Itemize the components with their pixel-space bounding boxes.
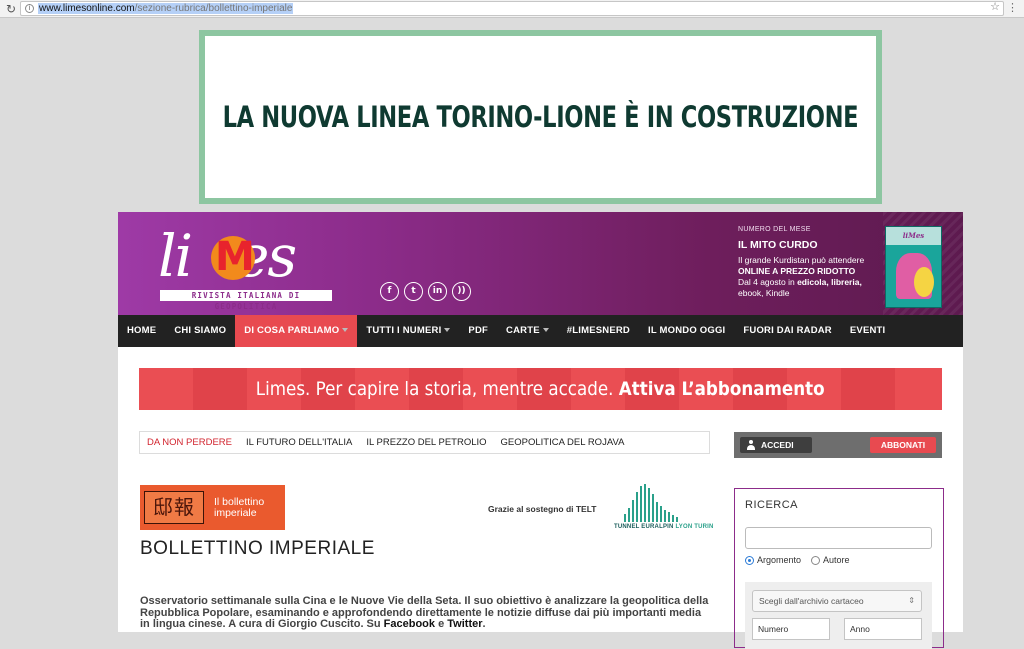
chevron-down-icon (444, 328, 451, 333)
login-button[interactable]: ACCEDI (740, 437, 812, 453)
nav-tutti-i-numeri[interactable]: TUTTI I NUMERI (357, 315, 459, 347)
bollettino-imperiale-logo: 邸報 Il bollettino imperiale (140, 485, 285, 530)
bollettino-logo-text: Il bollettino imperiale (214, 495, 265, 519)
bookmark-star-icon[interactable]: ☆ (990, 0, 1000, 13)
nav-pdf[interactable]: PDF (459, 315, 497, 347)
archive-select[interactable]: Scegli dall'archivio cartaceo ⇕ (752, 590, 922, 612)
social-links: f t in )) (380, 282, 471, 301)
facebook-link[interactable]: Facebook (384, 618, 435, 630)
ad-banner[interactable]: LA NUOVA LINEA TORINO-LIONE È IN COSTRUZ… (199, 30, 882, 204)
radio-autore[interactable] (811, 555, 821, 565)
dont-miss-link[interactable]: GEOPOLITICA DEL ROJAVA (501, 437, 625, 448)
rubric-intro: Osservatorio settimanale sulla Cina e le… (140, 595, 709, 630)
site-container: li es M RIVISTA ITALIANA DI GEOPOLITICA f… (118, 212, 963, 649)
nav-limesnerd[interactable]: #LIMESNERD (558, 315, 639, 347)
search-title: RICERCA (745, 499, 799, 511)
logo-m-circle: M (211, 234, 255, 280)
nav-il-mondo-oggi[interactable]: IL MONDO OGGI (639, 315, 734, 347)
subscription-promo-banner[interactable]: Limes. Per capire la storia, mentre acca… (139, 368, 942, 410)
address-bar[interactable]: i www.limesonline.com/sezione-rubrica/bo… (20, 1, 1004, 16)
chevron-down-icon (542, 328, 549, 333)
dont-miss-bar: DA NON PERDERE IL FUTURO DELL'ITALIA IL … (139, 431, 710, 454)
site-header: li es M RIVISTA ITALIANA DI GEOPOLITICA f… (118, 212, 963, 315)
menu-kebab-icon[interactable]: ⋮ (1007, 1, 1018, 14)
logo-tagline: RIVISTA ITALIANA DI GEOPOLITICA (160, 290, 332, 311)
search-mode: Argomento Autore (745, 555, 850, 565)
anno-field[interactable]: Anno (844, 618, 922, 640)
nav-carte[interactable]: CARTE (497, 315, 558, 347)
promo-cta: Attiva L’abbonamento (619, 378, 825, 400)
reload-icon[interactable]: ↻ (0, 2, 22, 16)
issue-cover-image[interactable]: liMes (885, 226, 942, 308)
nav-fuori-dai-radar[interactable]: FUORI DAI RADAR (734, 315, 841, 347)
telt-caption: TUNNEL EURALPIN LYON TURIN (614, 524, 714, 530)
dont-miss-link[interactable]: IL FUTURO DELL'ITALIA (246, 437, 352, 448)
dont-miss-link[interactable]: IL PREZZO DEL PETROLIO (366, 437, 486, 448)
page-info-icon[interactable]: i (25, 4, 34, 13)
telt-logo[interactable]: TUNNEL EURALPIN LYON TURIN (614, 484, 713, 536)
archive-panel: Scegli dall'archivio cartaceo ⇕ Numero An… (745, 582, 932, 649)
nav-home[interactable]: HOME (118, 315, 165, 347)
chinese-characters: 邸報 (144, 491, 204, 524)
url-text[interactable]: www.limesonline.com/sezione-rubrica/boll… (38, 3, 294, 14)
promo-text: Limes. Per capire la storia, mentre acca… (256, 378, 825, 400)
chevron-down-icon (342, 328, 349, 333)
rss-icon[interactable]: )) (452, 282, 471, 301)
page-title: BOLLETTINO IMPERIALE (140, 538, 375, 559)
nav-eventi[interactable]: EVENTI (841, 315, 895, 347)
subscribe-button[interactable]: ABBONATI (870, 437, 936, 453)
user-icon (746, 440, 756, 450)
twitter-link[interactable]: Twitter (447, 618, 482, 630)
user-bar: ACCEDI ABBONATI (734, 432, 942, 458)
site-logo[interactable]: li es M RIVISTA ITALIANA DI GEOPOLITICA (158, 222, 338, 311)
search-input[interactable] (745, 527, 932, 549)
browser-toolbar: ↻ i www.limesonline.com/sezione-rubrica/… (0, 0, 1024, 18)
radio-argomento[interactable] (745, 555, 754, 565)
cover-figure (914, 267, 934, 297)
telt-bars-icon (624, 484, 678, 522)
issue-label: NUMERO DEL MESE (738, 226, 811, 233)
dont-miss-label: DA NON PERDERE (147, 437, 232, 448)
facebook-icon[interactable]: f (380, 282, 399, 301)
sponsor-text: Grazie al sostegno di TELT (488, 504, 597, 514)
main-nav: HOME CHI SIAMO DI COSA PARLIAMO TUTTI I … (118, 315, 963, 347)
twitter-icon[interactable]: t (404, 282, 423, 301)
nav-di-cosa-parliamo[interactable]: DI COSA PARLIAMO (235, 315, 358, 347)
linkedin-icon[interactable]: in (428, 282, 447, 301)
select-arrows-icon: ⇕ (908, 596, 915, 605)
issue-description: Il grande Kurdistan può attendere ONLINE… (738, 255, 865, 298)
search-widget: RICERCA Argomento Autore Scegli dall'arc… (734, 488, 944, 649)
issue-of-month[interactable]: NUMERO DEL MESE IL MITO CURDO Il grande … (738, 226, 878, 299)
numero-field[interactable]: Numero (752, 618, 830, 640)
issue-title: IL MITO CURDO (738, 239, 818, 251)
cover-logo: liMes (886, 227, 941, 245)
ad-banner-text: LA NUOVA LINEA TORINO-LIONE È IN COSTRUZ… (222, 100, 859, 134)
nav-chi-siamo[interactable]: CHI SIAMO (165, 315, 235, 347)
